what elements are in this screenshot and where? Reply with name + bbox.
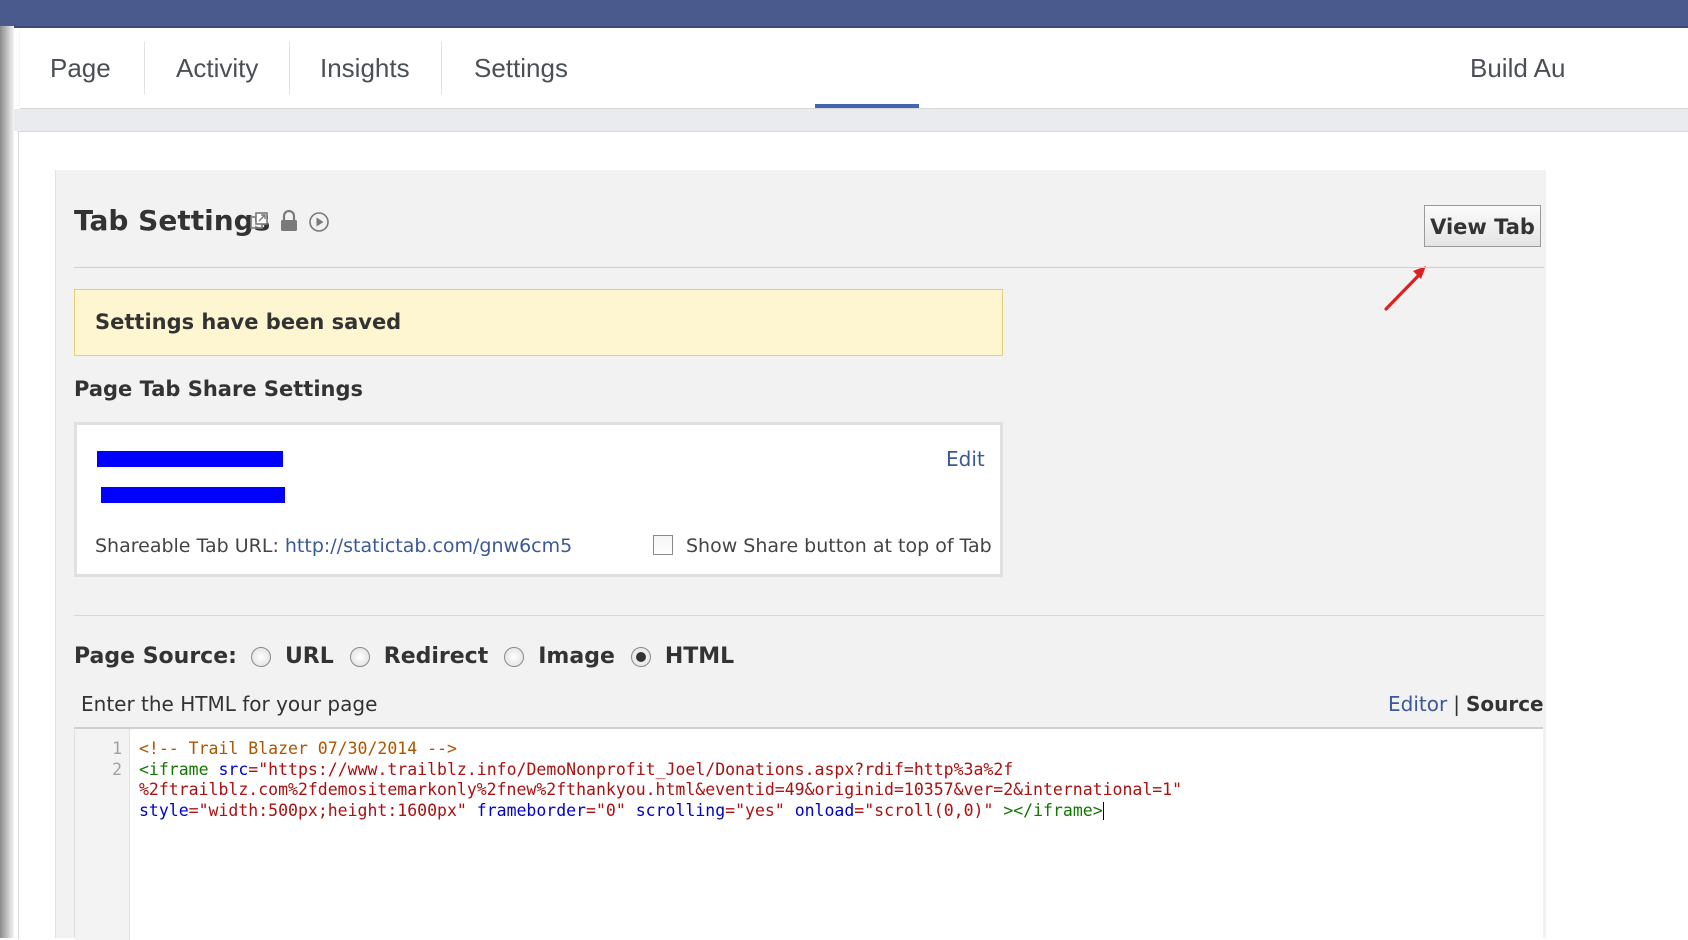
left-shadow xyxy=(0,26,14,938)
tab-activity[interactable]: Activity xyxy=(176,28,258,108)
show-share-checkbox-label: Show Share button at top of Tab xyxy=(686,535,992,557)
page-nav-bar: Page Activity Insights Settings Build Au xyxy=(20,28,1688,109)
editor-mode-toggle: Editor | Source xyxy=(1388,692,1544,716)
code-attr-frameborder: frameborder xyxy=(476,800,587,820)
edit-share-link[interactable]: Edit xyxy=(946,447,985,471)
line-number: 1 xyxy=(112,739,122,758)
radio-image-label: Image xyxy=(538,644,615,669)
annotation-arrow-icon xyxy=(1384,266,1426,311)
radio-html-label: HTML xyxy=(664,644,735,669)
tab-insights[interactable]: Insights xyxy=(320,28,410,108)
radio-html[interactable] xyxy=(630,646,651,667)
code-attr-style: style xyxy=(139,800,189,820)
code-scrolling-value: "yes" xyxy=(735,800,785,820)
code-style-value: "width:500px;height:1600px" xyxy=(198,800,467,820)
share-settings-heading: Page Tab Share Settings xyxy=(74,377,363,401)
html-code-editor[interactable]: 1 2 <!-- Trail Blazer 07/30/2014 --> <if… xyxy=(74,727,1543,940)
code-attr-scrolling: scrolling xyxy=(635,800,726,820)
mode-separator: | xyxy=(1453,692,1460,716)
title-divider xyxy=(74,267,1544,268)
radio-redirect[interactable] xyxy=(349,646,370,667)
code-comment: <!-- Trail Blazer 07/30/2014 --> xyxy=(139,739,457,758)
active-tab-indicator xyxy=(815,104,919,108)
shareable-url-row: Shareable Tab URL: http://statictab.com/… xyxy=(95,535,572,557)
window-top-strip xyxy=(0,0,1688,28)
tab-settings[interactable]: Settings xyxy=(474,28,568,108)
code-attr-src: src xyxy=(218,759,249,779)
page-title: Tab Settings xyxy=(74,204,271,237)
tab-build-audience[interactable]: Build Au xyxy=(1470,28,1565,108)
text-cursor xyxy=(1102,802,1104,820)
radio-redirect-label: Redirect xyxy=(383,644,489,669)
radio-image[interactable] xyxy=(504,646,525,667)
code-src-value-wrap: %2ftrailblz.com%2fdemositemarkonly%2fnew… xyxy=(139,780,1183,799)
source-mode-link[interactable]: Source xyxy=(1466,692,1544,716)
nav-divider xyxy=(441,42,442,94)
line-number: 2 xyxy=(112,759,122,779)
view-tab-button[interactable]: View Tab xyxy=(1424,205,1541,247)
redacted-share-description xyxy=(101,487,285,503)
radio-url-label: URL xyxy=(284,644,334,669)
nav-divider xyxy=(289,42,290,94)
editor-mode-link[interactable]: Editor xyxy=(1388,692,1447,716)
settings-saved-alert: Settings have been saved xyxy=(74,289,1003,356)
code-lines[interactable]: <!-- Trail Blazer 07/30/2014 --> <iframe… xyxy=(139,739,1182,821)
code-src-value: "https://www.trailblz.info/DemoNonprofit… xyxy=(258,759,1014,779)
code-tag-open: <iframe xyxy=(139,759,209,779)
page-source-label: Page Source: xyxy=(74,644,237,669)
code-attr-onload: onload xyxy=(794,800,855,820)
code-tag-close: ></iframe> xyxy=(1003,800,1103,820)
html-instruction: Enter the HTML for your page xyxy=(81,692,378,716)
shareable-url-link[interactable]: http://statictab.com/gnw6cm5 xyxy=(285,535,572,557)
line-number-gutter: 1 2 xyxy=(75,729,130,940)
shareable-url-label: Shareable Tab URL: xyxy=(95,535,279,557)
code-onload-value: "scroll(0,0)" xyxy=(864,800,994,820)
tab-page[interactable]: Page xyxy=(50,28,111,108)
code-frameborder-value: "0" xyxy=(595,800,626,820)
nav-gap xyxy=(14,109,1688,131)
section-divider xyxy=(74,615,1544,616)
play-circle-icon[interactable] xyxy=(308,211,330,238)
page-source-row: Page Source: URL Redirect Image HTML xyxy=(74,644,750,669)
redacted-share-title xyxy=(97,451,283,467)
lock-icon[interactable] xyxy=(279,209,299,237)
radio-url[interactable] xyxy=(250,646,271,667)
external-window-icon[interactable] xyxy=(249,211,269,236)
show-share-checkbox[interactable] xyxy=(653,535,673,555)
nav-divider xyxy=(144,42,145,94)
